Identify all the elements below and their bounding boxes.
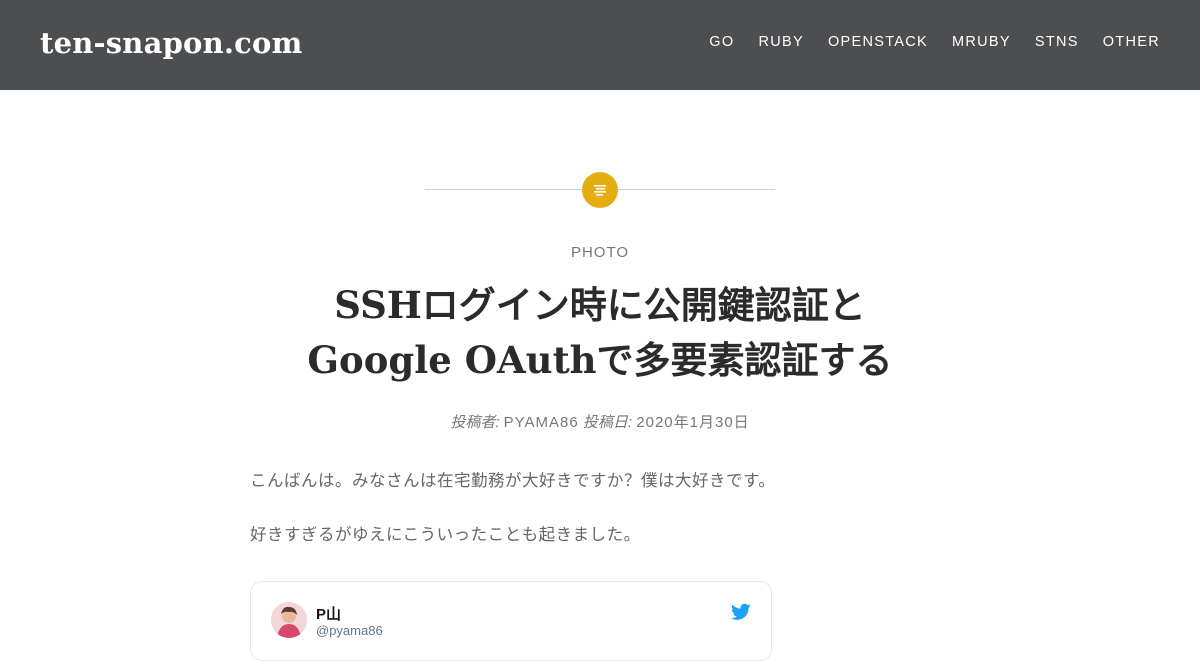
main-nav: GO RUBY OPENSTACK MRUBY STNS OTHER (709, 34, 1160, 50)
post-title: SSHログイン時に公開鍵認証と Google OAuthで多要素認証する (250, 278, 950, 388)
author-link[interactable]: PYAMA86 (504, 414, 579, 431)
site-header: ten-snapon.com GO RUBY OPENSTACK MRUBY S… (0, 0, 1200, 90)
nav-item-mruby[interactable]: MRUBY (952, 34, 1011, 50)
divider-right (617, 189, 775, 190)
post-meta: 投稿者: PYAMA86 投稿日: 2020年1月30日 (0, 411, 1200, 432)
post-paragraph-2: 好きすぎるがゆえにこういったことも起きました。 (250, 526, 641, 544)
post-paragraph-1: こんばんは。みなさんは在宅勤務が大好きですか？僕は大好きです。 (250, 472, 776, 490)
embedded-tweet[interactable]: P山 @pyama86 (250, 581, 772, 661)
post-category-link[interactable]: PHOTO (0, 244, 1200, 261)
nav-item-ruby[interactable]: RUBY (758, 34, 804, 50)
date-label: 投稿日: (582, 414, 633, 431)
tweet-author-name[interactable]: P山 (316, 603, 341, 624)
author-label: 投稿者: (450, 414, 500, 431)
twitter-bird-icon[interactable] (731, 603, 751, 621)
tweet-author-handle[interactable]: @pyama86 (316, 623, 383, 638)
avatar[interactable] (271, 602, 307, 638)
document-lines-icon (594, 185, 606, 196)
site-title-link[interactable]: ten-snapon.com (40, 26, 302, 60)
divider-left (425, 189, 583, 190)
nav-item-go[interactable]: GO (709, 34, 734, 50)
post-title-line1: SSHログイン時に公開鍵認証と (334, 283, 866, 327)
post-format-badge (582, 172, 618, 208)
nav-item-stns[interactable]: STNS (1035, 34, 1079, 50)
nav-item-openstack[interactable]: OPENSTACK (828, 34, 928, 50)
date-link[interactable]: 2020年1月30日 (636, 414, 749, 431)
nav-item-other[interactable]: OTHER (1103, 34, 1160, 50)
post-title-line2: Google OAuthで多要素認証する (307, 338, 893, 382)
